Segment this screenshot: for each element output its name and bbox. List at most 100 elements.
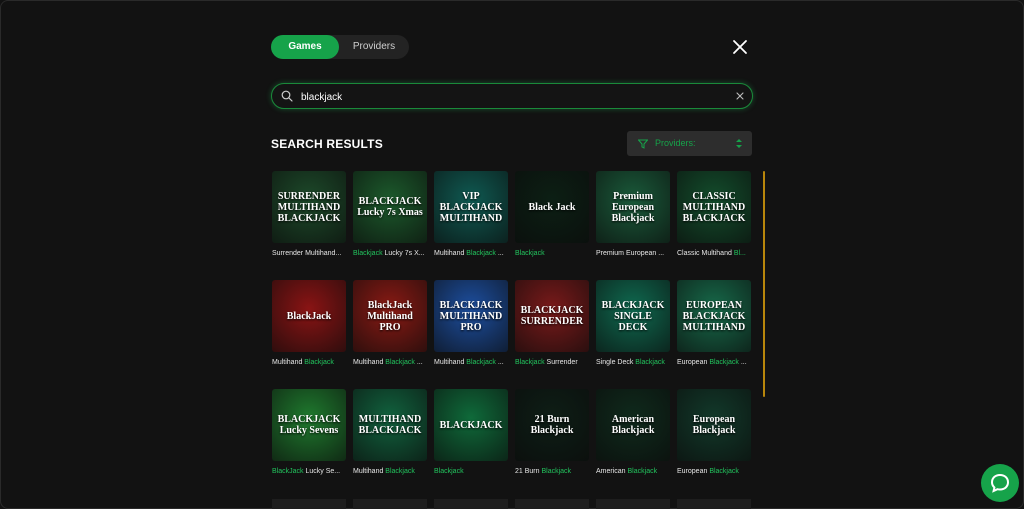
game-title: Blackjack Lucky 7s X... — [353, 249, 427, 259]
game-title-text: Premium European ... — [596, 250, 665, 257]
chat-icon — [990, 473, 1010, 493]
game-title-text: Classic Multihand — [677, 250, 734, 257]
game-title-text: Multihand — [434, 359, 467, 366]
game-thumbnail[interactable]: BLACKJACK SINGLE DECK — [596, 280, 670, 352]
game-thumbnail[interactable]: BLACKJACK MULTIHAND PRO — [434, 280, 508, 352]
game-thumbnail[interactable]: BLACKJACK — [434, 389, 508, 461]
game-title-match-highlight: Blackjack — [304, 359, 334, 366]
game-title-text: Multihand — [434, 250, 467, 257]
game-title: Blackjack — [515, 249, 589, 259]
game-thumbnail[interactable]: Black Jack — [515, 171, 589, 243]
tab-providers[interactable]: Providers — [339, 35, 409, 59]
game-title: 21 Burn Blackjack — [515, 467, 589, 477]
game-card-partial[interactable] — [353, 499, 427, 509]
game-thumbnail[interactable]: American Blackjack — [596, 389, 670, 461]
game-card[interactable]: BLACKJACK MULTIHAND PRO Multihand Blackja… — [434, 280, 508, 368]
clear-search-icon[interactable] — [735, 91, 745, 101]
game-title: American Blackjack — [596, 467, 670, 477]
game-title: Classic Multihand Bl... — [677, 249, 751, 259]
game-thumbnail[interactable]: 21 Burn Blackjack — [515, 389, 589, 461]
sort-arrows-icon — [736, 139, 742, 148]
game-card[interactable]: BlackJack Multihand Blackjack — [272, 280, 346, 368]
game-card[interactable]: EUROPEAN BLACKJACK MULTIHAND European Bla… — [677, 280, 751, 368]
game-card[interactable]: MULTIHAND BLACKJACK Multihand Blackjack — [353, 389, 427, 477]
game-thumbnail-title: Black Jack — [528, 201, 576, 213]
close-icon — [733, 40, 747, 54]
game-thumbnail-title: BLACKJACK SINGLE DECK — [601, 299, 665, 333]
game-thumbnail[interactable]: BLACKJACK SURRENDER — [515, 280, 589, 352]
game-thumbnail[interactable]: CLASSIC MULTIHAND BLACKJACK — [677, 171, 751, 243]
game-thumbnail[interactable]: MULTIHAND BLACKJACK — [353, 389, 427, 461]
game-thumbnail[interactable]: BLACKJACK Lucky Sevens — [272, 389, 346, 461]
game-title: Single Deck Blackjack — [596, 358, 670, 368]
game-title-match-highlight: Blackjack — [709, 468, 739, 475]
game-card[interactable]: SURRENDER MULTIHAND BLACKJACK Surrender M… — [272, 171, 346, 259]
game-title-match-highlight: Blackjack — [709, 359, 739, 366]
game-title: Surrender Multihand... — [272, 249, 346, 259]
game-thumbnail-title: BLACKJACK — [439, 419, 503, 431]
game-title-text-suffix: ... — [495, 359, 504, 366]
game-card[interactable]: Black Jack Blackjack — [515, 171, 589, 259]
game-title-text: European — [677, 468, 710, 475]
game-card[interactable]: American Blackjack American Blackjack — [596, 389, 670, 477]
game-title-match-highlight: Blackjack — [515, 359, 545, 366]
game-thumbnail-title: Premium European Blackjack — [611, 190, 655, 224]
game-thumbnail[interactable]: BlackJack — [272, 280, 346, 352]
game-title: European Blackjack ... — [677, 358, 751, 368]
search-box — [271, 83, 753, 109]
game-thumbnail[interactable]: BlackJack Multihand PRO — [353, 280, 427, 352]
game-thumbnail[interactable]: European Blackjack — [677, 389, 751, 461]
game-card[interactable]: BLACKJACK SURRENDER Blackjack Surrender — [515, 280, 589, 368]
search-input[interactable] — [299, 87, 723, 107]
results-scrollbar[interactable] — [763, 171, 765, 397]
game-card[interactable]: CLASSIC MULTIHAND BLACKJACK Classic Multi… — [677, 171, 751, 259]
game-title-match-highlight: Blackjack — [635, 359, 665, 366]
game-card[interactable]: BLACKJACK Lucky Sevens BlackJack Lucky Se… — [272, 389, 346, 477]
game-title: Multihand Blackjack — [272, 358, 346, 368]
modal-frame — [0, 0, 1024, 509]
game-title: Multihand Blackjack ... — [434, 358, 508, 368]
game-title-match-highlight: Blackjack — [541, 468, 572, 475]
game-card[interactable]: Premium European Blackjack Premium Europe… — [596, 171, 670, 259]
game-title-match-highlight: Blackjack — [434, 468, 464, 475]
game-thumbnail-title: EUROPEAN BLACKJACK MULTIHAND — [682, 299, 746, 333]
live-chat-button[interactable] — [981, 464, 1019, 502]
game-card[interactable]: 21 Burn Blackjack 21 Burn Blackjack — [515, 389, 589, 477]
game-card-partial[interactable] — [596, 499, 670, 509]
game-title-text-suffix: ... — [495, 250, 504, 257]
game-thumbnail-title: 21 Burn Blackjack — [530, 414, 574, 436]
game-thumbnail[interactable]: SURRENDER MULTIHAND BLACKJACK — [272, 171, 346, 243]
game-card[interactable]: BLACKJACK Lucky 7s Xmas Blackjack Lucky 7… — [353, 171, 427, 259]
game-title-match-highlight: Blackjack — [466, 359, 496, 366]
game-thumbnail[interactable]: VIP BLACKJACK MULTIHAND — [434, 171, 508, 243]
game-card-partial[interactable] — [434, 499, 508, 509]
game-card[interactable]: VIP BLACKJACK MULTIHAND Multihand Blackja… — [434, 171, 508, 259]
providers-filter-label: Providers: — [655, 138, 696, 148]
game-thumbnail[interactable]: EUROPEAN BLACKJACK MULTIHAND — [677, 280, 751, 352]
game-title-text-suffix: ... — [414, 359, 423, 366]
game-card-partial[interactable] — [677, 499, 751, 509]
game-title-text: Multihand — [353, 359, 386, 366]
game-card-partial[interactable] — [272, 499, 346, 509]
game-title: Blackjack Surrender — [515, 358, 589, 368]
game-title: Premium European ... — [596, 249, 670, 259]
game-title-text: 21 Burn — [515, 468, 542, 475]
game-card-partial[interactable] — [515, 499, 589, 509]
game-title: BlackJack Lucky Se... — [272, 467, 346, 477]
game-thumbnail[interactable]: BLACKJACK Lucky 7s Xmas — [353, 171, 427, 243]
tab-games[interactable]: Games — [271, 35, 339, 59]
game-thumbnail[interactable]: Premium European Blackjack — [596, 171, 670, 243]
game-card[interactable]: BlackJack Multihand PRO Multihand Blackja… — [353, 280, 427, 368]
providers-filter-select[interactable]: Providers: — [627, 131, 752, 156]
game-thumbnail-title: BLACKJACK Lucky 7s Xmas — [357, 196, 423, 218]
game-title-match-highlight: Blackjack — [385, 359, 415, 366]
game-thumbnail-title: VIP BLACKJACK MULTIHAND — [439, 190, 503, 224]
game-title-match-highlight: Blackjack — [627, 468, 658, 475]
game-title-match-highlight: Bl... — [733, 250, 746, 257]
game-card[interactable]: European Blackjack European Blackjack — [677, 389, 751, 477]
close-button[interactable] — [731, 38, 749, 56]
game-thumbnail-title: SURRENDER MULTIHAND BLACKJACK — [277, 190, 341, 224]
search-icon — [281, 90, 293, 102]
game-card[interactable]: BLACKJACK SINGLE DECK Single Deck Blackja… — [596, 280, 670, 368]
game-card[interactable]: BLACKJACK Blackjack — [434, 389, 508, 477]
